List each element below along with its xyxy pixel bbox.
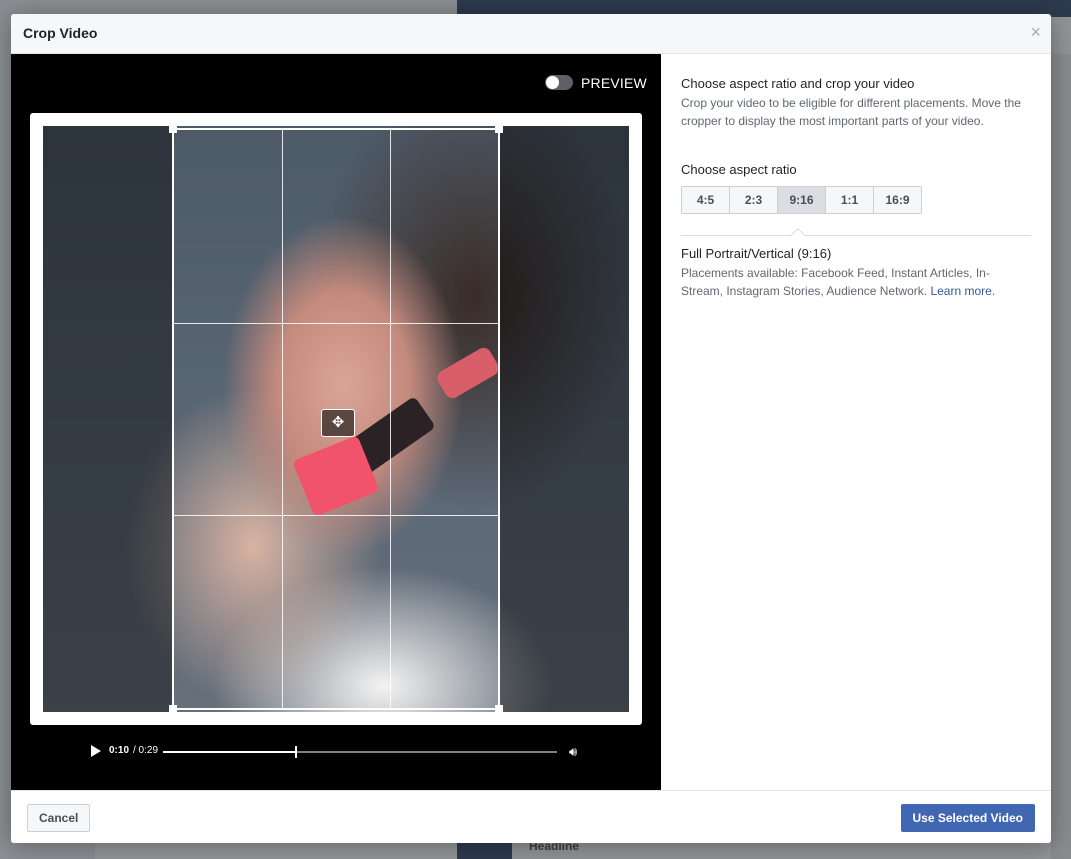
video-pane: PREVIEW ✥ 0:10 / 0:29 🔊︎ <box>11 54 661 790</box>
time-total: / 0:29 <box>133 745 159 756</box>
crop-mask-left <box>43 126 172 712</box>
modal-header: Crop Video × <box>11 14 1051 54</box>
preview-toggle[interactable] <box>545 75 573 90</box>
grid-line-vertical <box>281 130 283 708</box>
play-icon[interactable] <box>91 745 101 757</box>
video-player-controls: 0:10 / 0:29 🔊︎ <box>91 743 591 763</box>
crop-box[interactable]: ✥ <box>169 126 503 712</box>
video-scrubber[interactable] <box>163 746 557 758</box>
modal-footer: Cancel Use Selected Video <box>11 790 1051 843</box>
aspect-ratio-option[interactable]: 4:5 <box>682 187 730 213</box>
crop-mask-right <box>500 126 629 712</box>
divider <box>681 235 1031 236</box>
cancel-button[interactable]: Cancel <box>27 804 91 832</box>
scrubber-progress <box>163 751 295 753</box>
aspect-ratio-option[interactable]: 1:1 <box>826 187 874 213</box>
scrubber-thumb[interactable] <box>294 746 297 758</box>
video-thumbnail: ✥ <box>43 126 629 712</box>
crop-handle-bottom-right[interactable] <box>495 705 503 712</box>
learn-more-link[interactable]: Learn more. <box>930 284 995 298</box>
use-selected-video-button[interactable]: Use Selected Video <box>900 804 1035 832</box>
selection-pointer <box>790 227 806 243</box>
move-icon[interactable]: ✥ <box>321 409 355 437</box>
format-title: Full Portrait/Vertical (9:16) <box>681 246 832 261</box>
grid-line-vertical <box>389 130 391 708</box>
aspect-ratio-option[interactable]: 2:3 <box>730 187 778 213</box>
format-description: Placements available: Facebook Feed, Ins… <box>681 264 1011 300</box>
settings-description: Crop your video to be eligible for diffe… <box>681 96 1021 128</box>
aspect-ratio-option[interactable]: 16:9 <box>874 187 921 213</box>
grid-line-horizontal <box>174 322 498 324</box>
background-divider <box>457 843 501 859</box>
preview-label: PREVIEW <box>581 75 647 91</box>
background-side-strip <box>1051 54 1071 859</box>
settings-heading: Choose aspect ratio and crop your video <box>681 76 915 91</box>
toggle-knob <box>546 76 559 89</box>
close-icon[interactable]: × <box>1030 23 1041 41</box>
background-table <box>95 843 457 859</box>
modal-title: Crop Video <box>23 25 98 41</box>
volume-icon[interactable]: 🔊︎ <box>569 744 577 760</box>
crop-handle-top-right[interactable] <box>495 126 503 133</box>
video-frame: ✥ <box>30 113 642 725</box>
crop-handle-bottom-left[interactable] <box>169 705 177 712</box>
crop-handle-top-left[interactable] <box>169 126 177 133</box>
aspect-ratio-label: Choose aspect ratio <box>681 162 797 177</box>
aspect-ratio-selector: 4:5 2:3 9:16 1:1 16:9 <box>681 186 922 214</box>
aspect-ratio-option[interactable]: 9:16 <box>778 187 826 213</box>
crop-video-modal: Crop Video × PREVIEW ✥ 0:10 / 0:29 🔊︎ Ch… <box>11 14 1051 843</box>
grid-line-horizontal <box>174 515 498 517</box>
time-current: 0:10 <box>109 745 130 756</box>
